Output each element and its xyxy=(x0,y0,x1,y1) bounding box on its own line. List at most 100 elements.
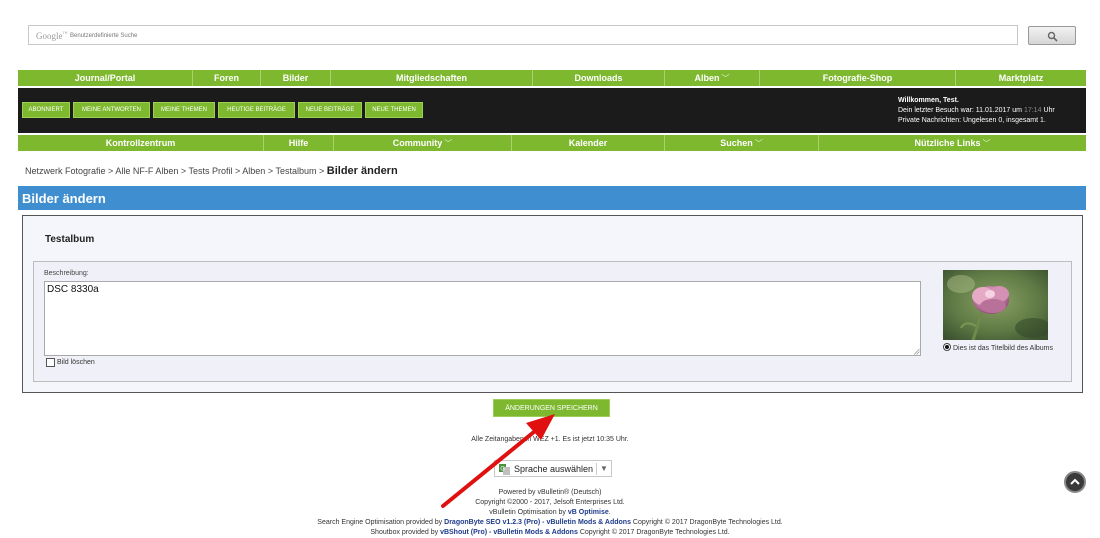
credit-text: vBulletin Optimisation by xyxy=(489,509,566,516)
breadcrumb-separator: > xyxy=(267,166,274,176)
nav-kalender[interactable]: Kalender xyxy=(512,135,665,151)
chevron-up-icon xyxy=(1070,478,1080,485)
page-title: Bilder ändern xyxy=(22,191,106,206)
nav-label: Alben xyxy=(694,73,720,83)
credit-text: Copyright © 2017 DragonByte Technologies… xyxy=(579,529,730,536)
nav-label: Fotografie-Shop xyxy=(822,73,893,83)
nav-label: Nützliche Links xyxy=(914,138,981,148)
breadcrumb-link[interactable]: Alben xyxy=(242,166,265,176)
nav-label: Community xyxy=(392,138,443,148)
nav-nuetzliche-links[interactable]: Nützliche Links ﹀ xyxy=(819,135,1086,151)
search-button[interactable] xyxy=(1028,26,1076,45)
quicklink-meine-themen[interactable]: MEINE THEMEN xyxy=(153,102,215,118)
save-changes-button[interactable]: ÄNDERUNGEN SPEICHERN xyxy=(493,399,610,417)
breadcrumb-link[interactable]: Tests Profil xyxy=(188,166,232,176)
description-label: Beschreibung: xyxy=(44,270,89,277)
nav-label: Foren xyxy=(213,73,239,83)
scroll-to-top-button[interactable] xyxy=(1064,471,1086,493)
nav-label: Journal/Portal xyxy=(74,73,136,83)
private-messages-link[interactable]: Private Nachrichten: Ungelesen 0, insges… xyxy=(898,116,1082,126)
search-placeholder: Benutzerdefinierte Suche xyxy=(70,33,138,39)
last-visit: Dein letzter Besuch war: 11.01.2017 um 1… xyxy=(898,106,1082,116)
last-visit-time: 17:14 xyxy=(1023,107,1042,114)
breadcrumb-current: Bilder ändern xyxy=(326,165,398,177)
nav-downloads[interactable]: Downloads xyxy=(533,70,665,86)
quicklink-neue-beitraege[interactable]: NEUE BEITRÄGE xyxy=(298,102,362,118)
quicklink-neue-themen[interactable]: NEUE THEMEN xyxy=(365,102,423,118)
breadcrumb-separator: > xyxy=(235,166,241,176)
copyright: Copyright ©2000 - 2017, Jelsoft Enterpri… xyxy=(475,499,625,506)
search-icon xyxy=(1047,31,1058,42)
picture-thumbnail[interactable] xyxy=(943,270,1048,340)
last-visit-suffix: Uhr xyxy=(1043,107,1055,114)
album-cover-label: Dies ist das Titelbild des Albums xyxy=(953,345,1053,352)
nav-mitgliedschaften[interactable]: Mitgliedschaften xyxy=(331,70,533,86)
language-select[interactable]: G Sprache auswählen ▼ xyxy=(494,460,612,477)
album-cover-row: Dies ist das Titelbild des Albums xyxy=(943,343,1063,354)
nav-bilder[interactable]: Bilder xyxy=(261,70,331,86)
delete-picture-label: Bild löschen xyxy=(57,359,95,366)
nav-label: Hilfe xyxy=(288,138,309,148)
nav-hilfe[interactable]: Hilfe xyxy=(264,135,334,151)
nav-label: Kalender xyxy=(568,138,608,148)
nav-fotografie-shop[interactable]: Fotografie-Shop xyxy=(760,70,956,86)
sub-navigation: Kontrollzentrum Hilfe Community ﹀ Kalende… xyxy=(18,135,1086,151)
quicklink-heutige-beitraege[interactable]: HEUTIGE BEITRÄGE xyxy=(218,102,295,118)
chevron-down-icon: ﹀ xyxy=(721,73,730,83)
nav-marktplatz[interactable]: Marktplatz xyxy=(956,70,1086,86)
nav-suchen[interactable]: Suchen ﹀ xyxy=(665,135,819,151)
seo-credit: Search Engine Optimisation provided by D… xyxy=(0,519,1100,526)
last-visit-text: Dein letzter Besuch war: 11.01.2017 um xyxy=(898,107,1022,114)
description-textarea[interactable]: DSC 8330a xyxy=(44,281,921,356)
welcome-greeting: Willkommen, Test. xyxy=(898,97,959,104)
nav-label: Kontrollzentrum xyxy=(105,138,176,148)
nav-label: Marktplatz xyxy=(998,73,1044,83)
google-logo: Google™ xyxy=(36,31,68,41)
user-toolbar: ABONNIERT MEINE ANTWORTEN MEINE THEMEN H… xyxy=(18,88,1086,133)
custom-search-input[interactable]: Google™ Benutzerdefinierte Suche xyxy=(28,25,1018,45)
dragonbyte-seo-link[interactable]: DragonByte SEO v1.2.3 (Pro) - vBulletin … xyxy=(444,519,631,526)
page-header: Bilder ändern xyxy=(18,186,1086,210)
edit-picture-panel: Testalbum Beschreibung: DSC 8330a Bild l… xyxy=(22,215,1083,393)
shoutbox-credit: Shoutbox provided by vBShout (Pro) - vBu… xyxy=(0,529,1100,536)
delete-picture-row: Bild löschen xyxy=(46,358,95,367)
nav-journal-portal[interactable]: Journal/Portal xyxy=(18,70,193,86)
vb-optimise-link[interactable]: vB Optimise xyxy=(568,509,609,516)
select-divider xyxy=(596,463,597,475)
resize-grip-icon[interactable] xyxy=(913,348,920,355)
language-select-label: Sprache auswählen xyxy=(514,464,594,474)
dropdown-arrow-icon: ▼ xyxy=(600,464,608,473)
vbshout-link[interactable]: vBShout (Pro) - vBulletin Mods & Addons xyxy=(440,529,578,536)
nav-label: Downloads xyxy=(574,73,623,83)
breadcrumb-separator: > xyxy=(180,166,187,176)
nav-community[interactable]: Community ﹀ xyxy=(334,135,512,151)
main-navigation: Journal/Portal Foren Bilder Mitgliedscha… xyxy=(18,70,1086,86)
powered-by: Powered by vBulletin® (Deutsch) xyxy=(498,489,602,496)
nav-label: Bilder xyxy=(282,73,309,83)
nav-alben[interactable]: Alben ﹀ xyxy=(665,70,760,86)
nav-kontrollzentrum[interactable]: Kontrollzentrum xyxy=(18,135,264,151)
breadcrumb: Netzwerk Fotografie > Alle NF-F Alben > … xyxy=(25,165,398,177)
google-translate-icon: G xyxy=(499,464,510,475)
breadcrumb-link[interactable]: Netzwerk Fotografie xyxy=(25,166,106,176)
credit-text: Copyright © 2017 DragonByte Technologies… xyxy=(632,519,783,526)
album-title: Testalbum xyxy=(45,234,95,245)
chevron-down-icon: ﹀ xyxy=(754,138,763,148)
timezone-info: Alle Zeitangaben in WEZ +1. Es ist jetzt… xyxy=(471,436,629,443)
nav-label: Suchen xyxy=(720,138,753,148)
welcome-block: Willkommen, Test. Dein letzter Besuch wa… xyxy=(898,96,1082,126)
quicklink-abonniert[interactable]: ABONNIERT xyxy=(22,102,70,118)
credit-text: Search Engine Optimisation provided by xyxy=(317,519,443,526)
album-cover-radio[interactable] xyxy=(943,343,951,351)
nav-foren[interactable]: Foren xyxy=(193,70,261,86)
delete-picture-checkbox[interactable] xyxy=(46,358,55,367)
nav-label: Mitgliedschaften xyxy=(395,73,467,83)
credit-text: Shoutbox provided by xyxy=(370,529,439,536)
breadcrumb-link[interactable]: Alle NF-F Alben xyxy=(115,166,178,176)
breadcrumb-link[interactable]: Testalbum xyxy=(275,166,316,176)
svg-text:G: G xyxy=(500,466,505,473)
chevron-down-icon: ﹀ xyxy=(982,138,991,148)
optimisation-credit: vBulletin Optimisation by vB Optimise. xyxy=(489,509,611,516)
breadcrumb-separator: > xyxy=(319,166,325,176)
quicklink-meine-antworten[interactable]: MEINE ANTWORTEN xyxy=(73,102,150,118)
